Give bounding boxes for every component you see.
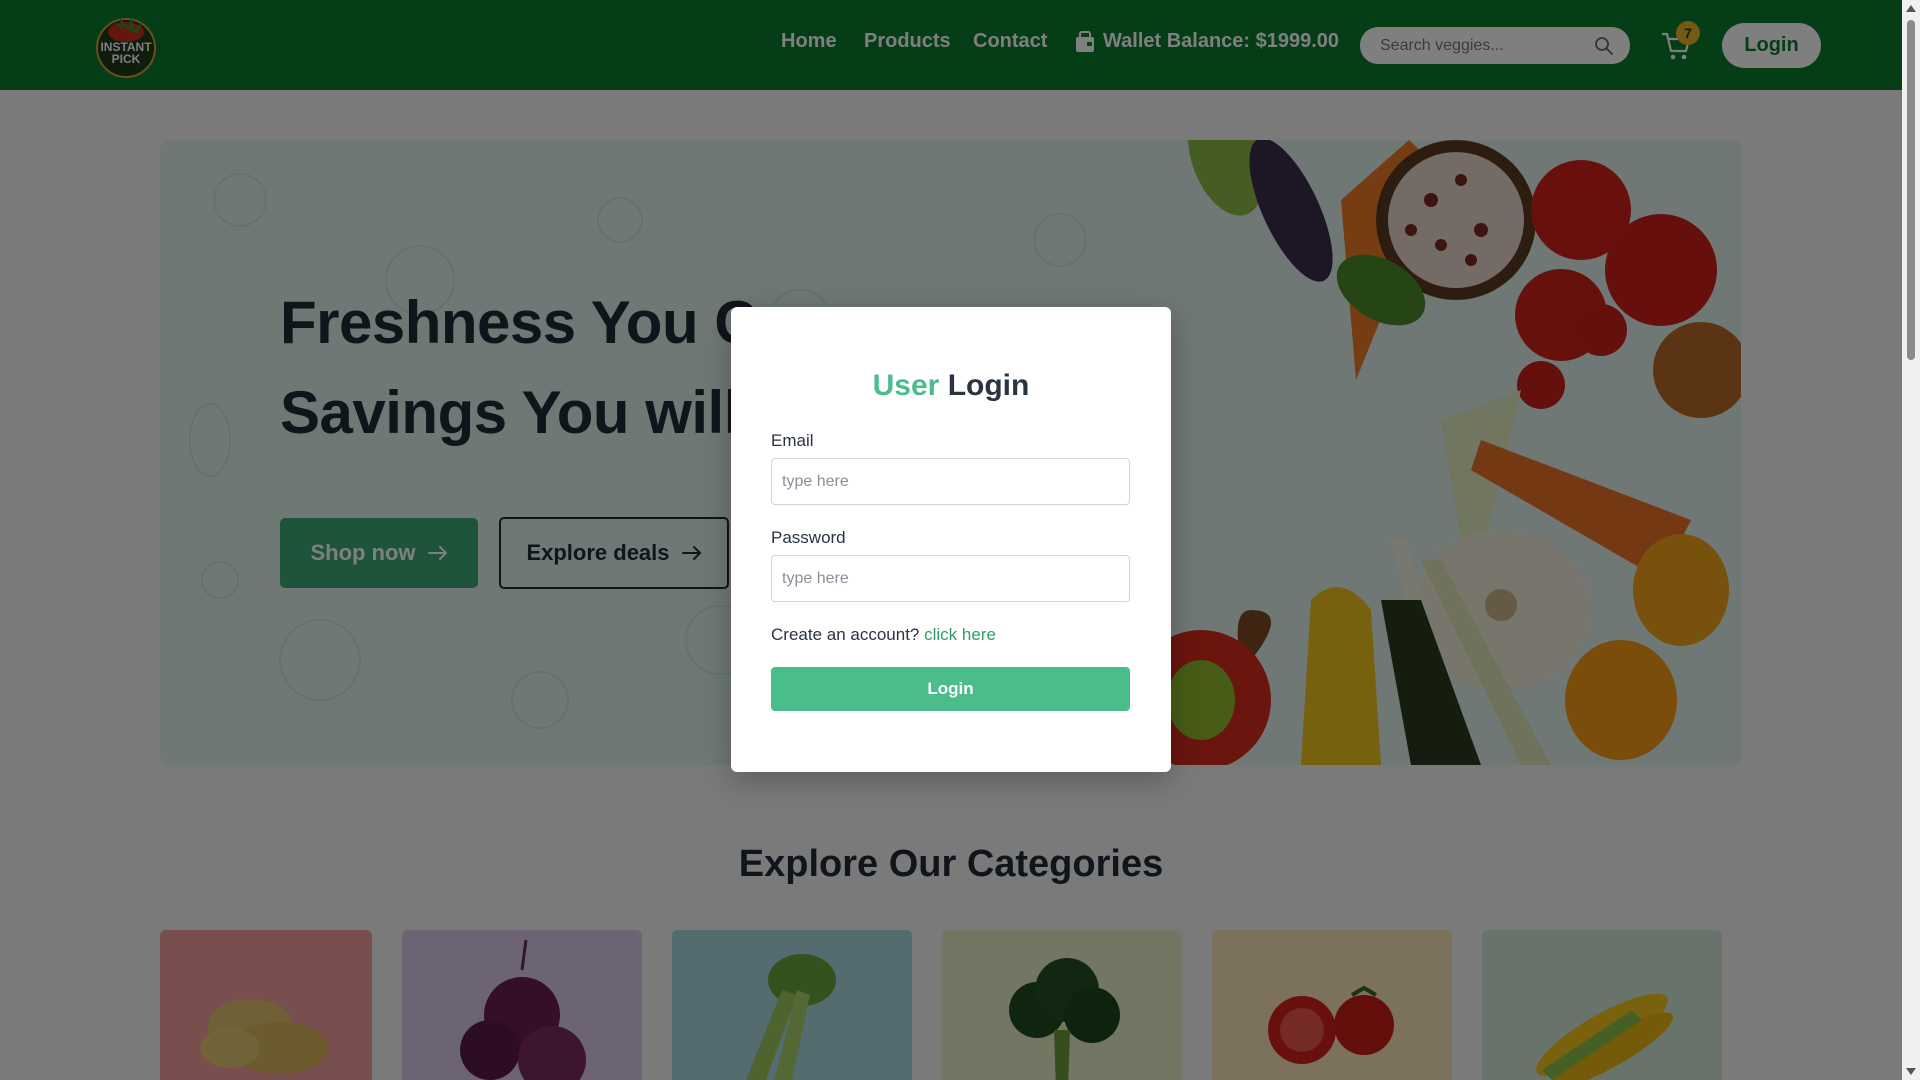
modal-title: User Login [731, 369, 1171, 403]
create-account-link[interactable]: click here [924, 625, 996, 644]
password-label: Password [771, 528, 846, 547]
modal-title-accent: User [872, 369, 940, 402]
create-account-prompt: Create an account? click here [771, 625, 996, 645]
email-label: Email [771, 431, 814, 450]
login-modal: User Login Email Password Create an acco… [731, 307, 1171, 772]
create-account-text: Create an account? [771, 625, 920, 644]
password-field[interactable] [771, 555, 1130, 602]
modal-title-rest: Login [947, 369, 1030, 402]
scroll-down-arrow[interactable] [1906, 1068, 1916, 1075]
modal-login-button[interactable]: Login [771, 667, 1130, 711]
email-field[interactable] [771, 458, 1130, 505]
scrollbar-thumb[interactable] [1907, 20, 1915, 360]
scrollbar[interactable] [1902, 0, 1920, 1080]
scroll-up-arrow[interactable] [1906, 5, 1916, 12]
